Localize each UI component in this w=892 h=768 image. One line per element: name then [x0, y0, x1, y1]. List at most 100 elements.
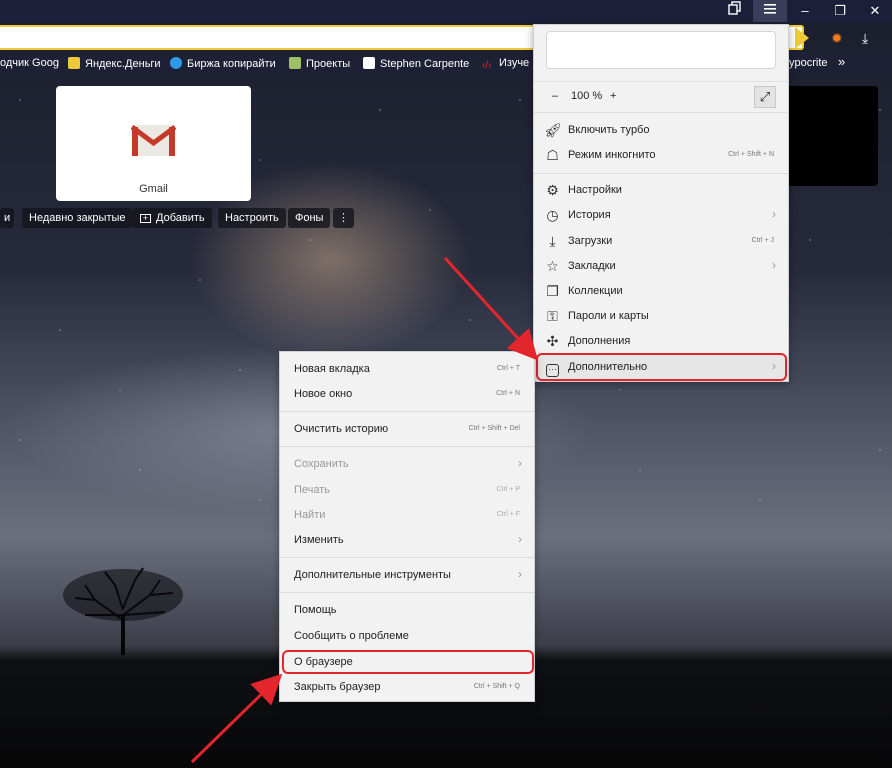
submenu-item-shortcut: Ctrl + N [496, 390, 520, 397]
menu-item-turbo[interactable]: 🚀︎ Включить турбо [534, 118, 788, 143]
submenu-item-label: Сообщить о проблеме [294, 630, 409, 642]
submenu-item-edit[interactable]: Изменить › [280, 528, 534, 553]
eb-icon [363, 57, 375, 69]
menu-separator [280, 446, 534, 447]
menu-item-extensions[interactable]: ✣ Дополнения [534, 329, 788, 354]
hamburger-menu-icon[interactable] [753, 0, 787, 22]
submenu-item-print[interactable]: Печать Ctrl + P [280, 478, 534, 503]
menu-item-label: История [568, 209, 611, 221]
more-options-button[interactable]: ⋮ [333, 208, 354, 228]
backgrounds-button[interactable]: Фоны [288, 208, 331, 228]
submenu-item-label: Сохранить [294, 458, 349, 470]
toolbar-button-partial[interactable]: и [0, 208, 15, 228]
incognito-icon: ☖ [546, 147, 559, 163]
main-menu: – 100 % + ⤢ 🚀︎ Включить турбо ☖ Режим ин… [533, 24, 789, 382]
menu-item-settings[interactable]: ⚙ Настройки [534, 178, 788, 203]
highlight-about-browser [282, 650, 534, 674]
bookmark-item[interactable]: ‹/› Изуче [482, 57, 529, 72]
submenu-item-find[interactable]: Найти Ctrl + F [280, 503, 534, 528]
submenu-item-label: Новая вкладка [294, 363, 370, 375]
yandex-money-icon [68, 57, 80, 69]
close-button[interactable]: ✕ [858, 0, 892, 22]
zoom-in-button[interactable]: + [610, 90, 616, 102]
collections-icon[interactable] [718, 0, 752, 22]
submenu-item-shortcut: Ctrl + P [496, 486, 520, 493]
submenu-item-label: Новое окно [294, 388, 353, 400]
submenu-item-label: Очистить историю [294, 423, 389, 435]
restore-button[interactable]: ❐ [823, 0, 857, 22]
arrow-to-about-browser [190, 673, 283, 764]
submenu-item-label: Дополнительные инструменты [294, 569, 451, 581]
chevron-right-icon: › [772, 207, 776, 221]
bookmark-item[interactable]: одчик Goog [0, 57, 59, 69]
fullscreen-icon[interactable]: ⤢ [754, 86, 776, 108]
chevron-right-icon: › [518, 567, 522, 581]
bookmark-item[interactable]: Stephen Carpente [363, 57, 469, 70]
submenu-item-report-problem[interactable]: Сообщить о проблеме [280, 624, 534, 649]
bookmark-label: Stephen Carpente [380, 58, 470, 70]
bookmark-label: одчик Goog [0, 57, 59, 69]
key-icon: ⚿ [547, 308, 558, 324]
configure-button[interactable]: Настроить [218, 208, 286, 228]
submenu-item-close-browser[interactable]: Закрыть браузер Ctrl + Shift + Q [280, 675, 534, 700]
add-label: Добавить [156, 212, 205, 224]
menu-item-shortcut: Ctrl + Shift + N [728, 151, 774, 158]
highlight-advanced [536, 353, 787, 381]
submenu-item-label: Печать [294, 484, 331, 496]
menu-item-label: Режим инкогнито [568, 149, 656, 161]
code-icon: ‹/› [482, 60, 492, 71]
menu-separator [280, 411, 534, 412]
address-go-arrow[interactable] [795, 27, 809, 49]
menu-item-downloads[interactable]: ⤓ Загрузки Ctrl + J [534, 229, 788, 254]
zoom-out-button[interactable]: – [552, 90, 558, 102]
submenu-item-new-tab[interactable]: Новая вкладка Ctrl + T [280, 357, 534, 382]
menu-item-label: Пароли и карты [568, 310, 649, 322]
submenu-item-label: Закрыть браузер [294, 681, 381, 693]
menu-item-shortcut: Ctrl + J [751, 237, 774, 244]
gmail-tile[interactable]: Gmail [56, 86, 251, 201]
submenu-item-shortcut: Ctrl + T [496, 365, 520, 372]
bookmark-item[interactable]: Проекты [289, 57, 350, 70]
submenu-item-shortcut: Ctrl + Shift + Del [468, 425, 520, 432]
gear-icon: ⚙ [546, 182, 559, 198]
fire-extension-icon[interactable]: ✹ [831, 30, 843, 47]
menu-search-field[interactable] [546, 31, 776, 69]
puzzle-icon: ✣ [546, 333, 559, 349]
bookmarks-more-chevron[interactable]: » [838, 54, 845, 69]
bookmark-item[interactable]: ypocrite [789, 57, 828, 69]
chevron-right-icon: › [772, 258, 776, 272]
menu-item-label: Коллекции [568, 285, 623, 297]
bookmark-item[interactable]: Биржа копирайти [170, 57, 276, 70]
minimize-button[interactable]: – [788, 0, 822, 22]
chevron-right-icon: › [518, 532, 522, 546]
submenu-item-clear-history[interactable]: Очистить историю Ctrl + Shift + Del [280, 417, 534, 442]
collections-icon: ❐ [546, 283, 559, 299]
submenu-item-label: Изменить [294, 534, 344, 546]
menu-item-label: Закладки [568, 260, 616, 272]
recently-closed-button[interactable]: Недавно закрытые [22, 208, 133, 228]
submenu-item-new-window[interactable]: Новое окно Ctrl + N [280, 382, 534, 407]
bookmark-item[interactable]: Яндекс.Деньги [68, 57, 161, 70]
star-icon: ☆ [546, 258, 559, 274]
plus-box-icon: + [140, 214, 151, 223]
add-button[interactable]: + Добавить [133, 208, 212, 228]
tile-label: Gmail [139, 183, 168, 195]
menu-item-label: Загрузки [568, 235, 613, 247]
bookmark-label: Изуче [499, 57, 530, 69]
dark-tile[interactable] [786, 86, 878, 186]
menu-item-history[interactable]: ◷ История › [534, 203, 788, 228]
submenu-item-help[interactable]: Помощь [280, 598, 534, 623]
globe-icon [170, 57, 182, 69]
menu-item-passwords[interactable]: ⚿ Пароли и карты [534, 304, 788, 329]
submenu-item-label: Найти [294, 509, 326, 521]
menu-item-incognito[interactable]: ☖ Режим инкогнито Ctrl + Shift + N [534, 143, 788, 168]
chevron-right-icon: › [518, 456, 522, 470]
menu-item-label: Дополнения [568, 335, 631, 347]
submenu-item-more-tools[interactable]: Дополнительные инструменты › [280, 563, 534, 588]
download-icon[interactable]: ⤓ [862, 30, 868, 47]
submenu-item-save[interactable]: Сохранить › [280, 452, 534, 477]
menu-item-collections[interactable]: ❐ Коллекции [534, 279, 788, 304]
rocket-icon: 🚀︎ [544, 122, 562, 138]
menu-item-bookmarks[interactable]: ☆ Закладки › [534, 254, 788, 279]
download-icon: ⤓ [549, 233, 556, 249]
